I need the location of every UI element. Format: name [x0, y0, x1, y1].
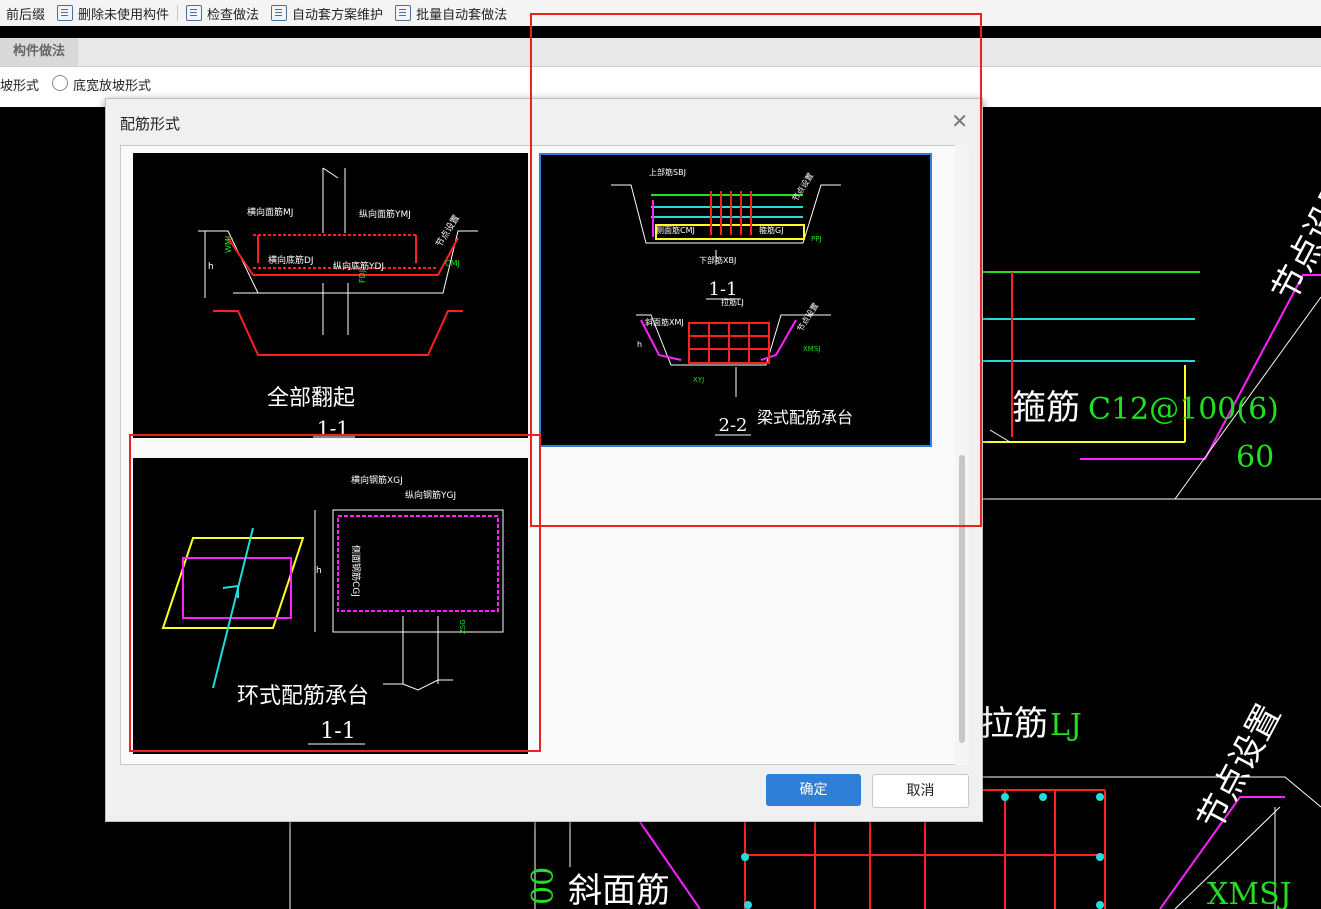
bg-stirrup-spec: C12@100(6) [1088, 392, 1279, 427]
toolbar-label: 删除未使用构件 [78, 7, 170, 23]
full-flip-h-label: h [208, 262, 214, 272]
full-flip-fdj-label: FDJ [358, 270, 367, 283]
toolbar-auto-scheme-button[interactable]: 自动套方案维护 [265, 0, 389, 26]
document-edit-icon [271, 5, 288, 21]
bg-node-setting-bottom: 节点设置 [1190, 698, 1289, 837]
toolbar-delete-unused-button[interactable]: 删除未使用构件 [51, 0, 175, 26]
bg-angle-value: 60 [1236, 440, 1274, 475]
toolbar-check-method-button[interactable]: 检查做法 [180, 0, 265, 26]
toolbar-divider [177, 5, 179, 21]
rebar-option-full-flip[interactable]: 横向面筋MJ 纵向面筋YMJ 横向底筋DJ 纵向底筋YDJ 节点设置 h CMJ… [133, 153, 528, 440]
list-icon [57, 5, 74, 21]
highlight-box-top-right [530, 13, 982, 527]
full-flip-wmj-label: WMJ [224, 236, 233, 253]
cancel-button[interactable]: 取消 [872, 774, 969, 808]
bg-xmsj-code: XMSJ [1207, 877, 1292, 909]
toolbar-label: 批量自动套做法 [416, 7, 508, 23]
bg-tie-code: LJ [1050, 708, 1082, 743]
bg-stirrup-label: 箍筋 [1012, 388, 1080, 428]
full-flip-drawing: 横向面筋MJ 纵向面筋YMJ 横向底筋DJ 纵向底筋YDJ 节点设置 h CMJ… [198, 167, 478, 440]
full-flip-ymj-label: 纵向面筋YMJ [359, 208, 411, 220]
bg-node-setting-top: 节点设置 [1265, 169, 1321, 308]
bottom-width-slope-radio[interactable] [52, 75, 68, 91]
toolbar-label: 前后缀 [6, 7, 46, 23]
tab-component-method[interactable]: 构件做法 [0, 38, 78, 66]
full-flip-title: 全部翻起 [267, 386, 355, 411]
toolbar-prefix-suffix-button[interactable]: 前后缀 [0, 0, 51, 26]
confirm-button[interactable]: 确定 [766, 774, 861, 806]
bg-00-label: 00 [526, 867, 561, 905]
dialog-title: 配筋形式 [120, 115, 181, 133]
bottom-width-slope-label: 底宽放坡形式 [73, 79, 152, 94]
full-flip-cmj-label: CMJ [445, 259, 460, 268]
batch-icon [395, 5, 412, 21]
toolbar-label: 检查做法 [207, 7, 260, 23]
full-flip-dj-label: 横向底筋DJ [268, 254, 314, 266]
toolbar-label: 自动套方案维护 [292, 7, 384, 23]
bg-tie-label: 拉筋 [980, 704, 1048, 744]
checklist-icon [186, 5, 203, 21]
bg-slope-rebar-label: 斜面筋 [568, 871, 670, 909]
full-flip-mj-label: 横向面筋MJ [247, 206, 293, 218]
slope-form-label: 坡形式 [0, 79, 40, 94]
toolbar-batch-auto-button[interactable]: 批量自动套做法 [389, 0, 513, 26]
highlight-box-bottom-left [129, 434, 541, 752]
